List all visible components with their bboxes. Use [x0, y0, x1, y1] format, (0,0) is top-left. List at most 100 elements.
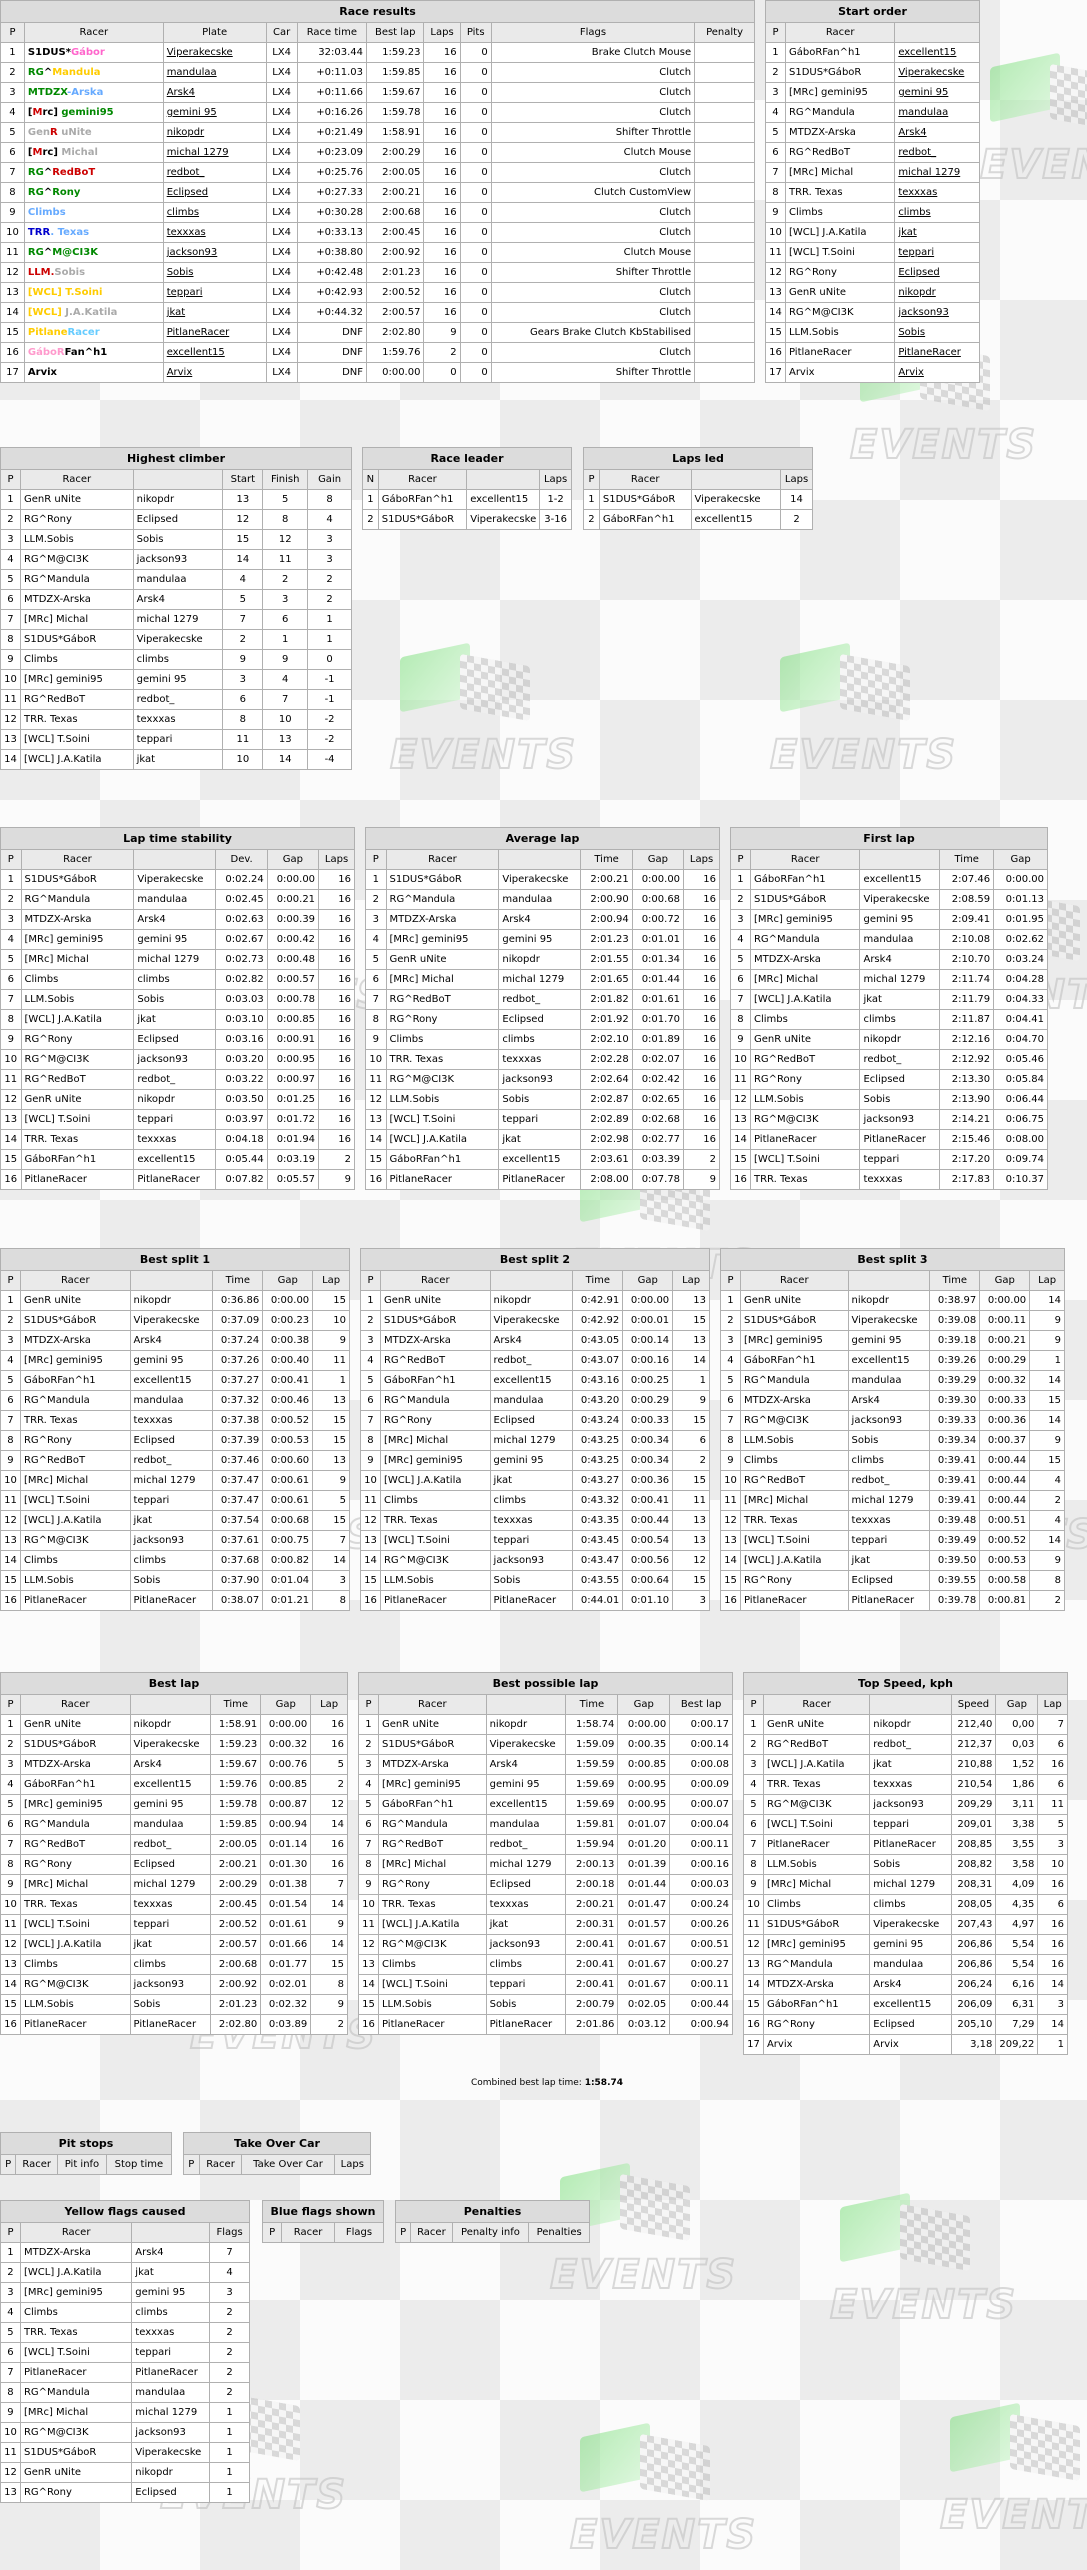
- table-cell: GáboRFan^h1: [19, 1370, 131, 1391]
- table-cell: PitlaneRacer: [847, 1590, 931, 1611]
- table-cell: Arsk4: [847, 1390, 931, 1411]
- plate-link[interactable]: Arvix: [894, 362, 980, 383]
- table-cell: 0:00.14: [622, 1330, 674, 1351]
- position-cell: 3: [358, 1754, 379, 1775]
- plate-link[interactable]: excellent15: [162, 342, 267, 363]
- position-cell: 15: [0, 322, 25, 343]
- plate-link[interactable]: teppari: [162, 282, 267, 303]
- plate-link[interactable]: gemini 95: [894, 82, 980, 103]
- table-row: 7 [MRc] Michal michal 1279: [765, 162, 980, 183]
- plate-link[interactable]: PitlaneRacer: [894, 342, 980, 363]
- plate-link[interactable]: Arsk4: [162, 82, 267, 103]
- table-cell: 16: [318, 1129, 355, 1150]
- table-cell: 8: [312, 1590, 350, 1611]
- plate-link[interactable]: texxxas: [162, 222, 267, 243]
- table-cell: 1: [307, 609, 352, 630]
- plate-link[interactable]: climbs: [162, 202, 267, 223]
- plate-link[interactable]: gemini 95: [162, 102, 267, 123]
- plate-link[interactable]: michal 1279: [162, 142, 267, 163]
- column-header: Time: [929, 1270, 981, 1291]
- table-cell: RG^Rony: [19, 2482, 133, 2503]
- plate-link[interactable]: Eclipsed: [894, 262, 980, 283]
- table-cell: 2:08.59: [939, 889, 995, 910]
- plate-link[interactable]: Viperakecske: [162, 42, 267, 63]
- table-cell: 14: [310, 1814, 348, 1835]
- table-cell: Arvix: [784, 362, 896, 383]
- table-cell: 212,37: [950, 1734, 997, 1755]
- table-cell: 0:39.30: [929, 1390, 981, 1411]
- plate-link[interactable]: jackson93: [162, 242, 267, 263]
- plate-link[interactable]: mandulaa: [894, 102, 980, 123]
- plate-link[interactable]: PitlaneRacer: [162, 322, 267, 343]
- position-cell: 9: [720, 1450, 741, 1471]
- table-cell: MTDZX-Arska: [385, 909, 500, 930]
- plate-link[interactable]: mandulaa: [162, 62, 267, 83]
- position-cell: 10: [0, 1470, 21, 1491]
- plate-link[interactable]: Eclipsed: [162, 182, 267, 203]
- table-row: 7 [WCL] J.A.Katila jkat 2:11.79 0:04.33: [730, 989, 1048, 1010]
- table-cell: -2: [307, 729, 352, 750]
- column-header: Time: [210, 1694, 262, 1715]
- table-cell: TRR. Texas: [19, 1410, 131, 1431]
- table-cell: 0:01.30: [260, 1854, 312, 1875]
- plate-link[interactable]: jackson93: [894, 302, 980, 323]
- table-cell: 2:00.21: [210, 1854, 262, 1875]
- table-cell: 2:10.70: [939, 949, 995, 970]
- plate-link[interactable]: excellent15: [894, 42, 980, 63]
- plate-link[interactable]: nikopdr: [162, 122, 267, 143]
- plate-link[interactable]: texxxas: [894, 182, 980, 203]
- green-flag-icon: [780, 642, 850, 713]
- table-cell: Eclipsed: [129, 1854, 212, 1875]
- table-cell: 9: [683, 1169, 720, 1190]
- table-cell: 5: [222, 589, 264, 610]
- position-cell: 9: [743, 1874, 764, 1895]
- plate-link[interactable]: jkat: [894, 222, 980, 243]
- table-cell: 9: [672, 1390, 710, 1411]
- plate-link[interactable]: Arsk4: [894, 122, 980, 143]
- table-cell: [MRc] gemini95: [377, 1774, 487, 1795]
- table-cell: LX4: [265, 122, 298, 143]
- table-row: 6 [MRc] Michal michal 1279 2:11.74 0:04.28: [730, 969, 1048, 990]
- table-cell: 7: [209, 2242, 250, 2263]
- plate-link[interactable]: Viperakecske: [894, 62, 980, 83]
- table-cell: Climbs: [19, 1954, 131, 1975]
- table-cell: 4: [262, 669, 309, 690]
- table-cell: 3: [262, 589, 309, 610]
- table-cell: [694, 242, 755, 263]
- plate-link[interactable]: Sobis: [162, 262, 267, 283]
- table-cell: [694, 202, 755, 223]
- table-cell: S1DUS*GáboR: [739, 1310, 849, 1331]
- plate-link[interactable]: climbs: [894, 202, 980, 223]
- plate-link[interactable]: redbot_: [162, 162, 267, 183]
- table-row: 7 RG^Rony Eclipsed 0:43.24 0:00.33 15: [360, 1410, 710, 1431]
- position-cell: 5: [0, 122, 25, 143]
- table-row: 12 [WCL] J.A.Katila jkat 0:37.54 0:00.68 15: [0, 1510, 350, 1531]
- table-cell: 10: [222, 749, 264, 770]
- table-row: 16 GáboRFan^h1 excellent15 LX4 DNF 1:59.76 2 0 C…: [0, 342, 755, 363]
- table-cell: 0:01.44: [631, 969, 685, 990]
- table-row: 4 RG^Mandula mandulaa 2:10.08 0:02.62: [730, 929, 1048, 950]
- table-cell: 0:39.78: [929, 1590, 981, 1611]
- racer-name-segment: RG: [27, 67, 44, 78]
- table-row: 13 [WCL] T.Soini teppari 2:02.89 0:02.68 16: [365, 1109, 720, 1130]
- plate-link[interactable]: Arvix: [162, 362, 267, 383]
- plate-link[interactable]: michal 1279: [894, 162, 980, 183]
- plate-link[interactable]: teppari: [894, 242, 980, 263]
- table-row: 4 [MRc] gemini95 gemini 95 2:01.23 0:01.01 16: [365, 929, 720, 950]
- table-row: 14 RG^M@CI3K jackson93 0:43.47 0:00.56 12: [360, 1550, 710, 1571]
- racer-name: TRR. Texas: [23, 222, 164, 243]
- table-cell: 16: [683, 1109, 720, 1130]
- table-row: 1 GenR uNite nikopdr 1:58.74 0:00.00 0:00.17: [358, 1714, 733, 1735]
- plate-link[interactable]: Sobis: [894, 322, 980, 343]
- plate-link[interactable]: nikopdr: [894, 282, 980, 303]
- plate-link[interactable]: redbot_: [894, 142, 980, 163]
- table-cell: RG^RedBoT: [379, 1350, 491, 1371]
- table-cell: Viperakecske: [133, 869, 217, 890]
- table-cell: 0:37.26: [212, 1350, 264, 1371]
- table-cell: 0:00.24: [669, 1894, 733, 1915]
- table-cell: RG^RedBoT: [749, 1049, 861, 1070]
- lap-stability-title: Lap time stability: [0, 827, 355, 849]
- table-cell: climbs: [859, 1009, 941, 1030]
- table-cell: MTDZX-Arska: [762, 1974, 871, 1995]
- plate-link[interactable]: jkat: [162, 302, 267, 323]
